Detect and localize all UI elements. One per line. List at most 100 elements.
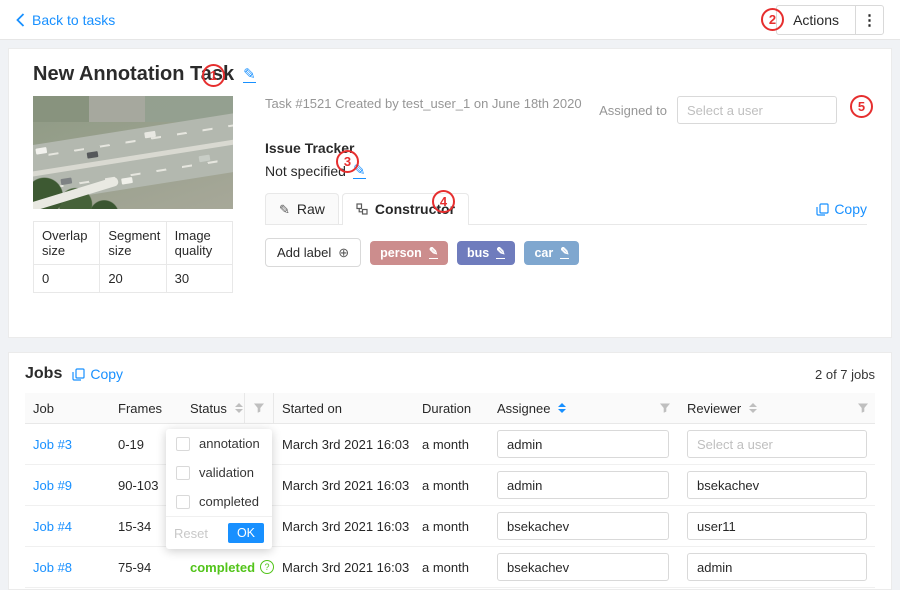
status-cell: completed ? (182, 560, 274, 575)
actions-button[interactable]: Actions ⋮ (776, 5, 884, 35)
edit-task-name-icon[interactable]: ✎ (243, 67, 256, 83)
job-link[interactable]: Job #9 (25, 478, 110, 493)
col-status[interactable]: Status (182, 393, 244, 423)
table-row: Job #9 90-103 March 3rd 2021 16:03 a mon… (25, 465, 875, 506)
param-value-segment: 20 (100, 265, 166, 293)
annotation-marker-3: 3 (336, 150, 359, 173)
reviewer-input[interactable] (687, 553, 867, 581)
assignee-input[interactable] (497, 512, 669, 540)
back-to-tasks-link[interactable]: Back to tasks (16, 12, 115, 28)
assigned-to-label: Assigned to (599, 103, 667, 118)
task-preview-image (33, 96, 233, 209)
tab-raw[interactable]: ✎ Raw (265, 193, 339, 224)
duration-cell: a month (414, 478, 489, 493)
assignee-input[interactable] (497, 430, 669, 458)
param-header-quality: Image quality (166, 222, 232, 265)
annotation-marker-5: 5 (850, 95, 873, 118)
status-filter-icon[interactable] (244, 393, 274, 423)
filter-ok-button[interactable]: OK (228, 523, 264, 543)
assignee-filter-icon[interactable] (659, 402, 671, 414)
duration-cell: a month (414, 437, 489, 452)
copy-labels-label: Copy (834, 201, 867, 217)
reviewer-input[interactable] (687, 512, 867, 540)
checkbox-icon[interactable] (176, 437, 190, 451)
task-parameters-table: Overlap size Segment size Image quality … (33, 221, 233, 293)
issue-tracker-value: Not specified (265, 163, 346, 179)
question-circle-icon[interactable]: ? (260, 560, 274, 574)
col-frames: Frames (110, 401, 182, 416)
add-label-text: Add label (277, 245, 331, 260)
chevron-left-icon (16, 13, 25, 27)
edit-label-person-icon[interactable]: ✎ (429, 247, 438, 259)
tab-raw-label: Raw (297, 201, 325, 217)
assignee-input[interactable] (497, 471, 669, 499)
started-cell: March 3rd 2021 16:03 (274, 560, 414, 575)
annotation-marker-2: 2 (761, 8, 784, 31)
col-assignee[interactable]: Assignee (489, 393, 679, 423)
status-sorter-icon[interactable] (235, 403, 243, 413)
assignee-input[interactable] (497, 553, 669, 581)
job-link[interactable]: Job #8 (25, 560, 110, 575)
reviewer-filter-icon[interactable] (857, 402, 869, 414)
jobs-count: 2 of 7 jobs (815, 367, 875, 382)
copy-jobs-link[interactable]: Copy (72, 366, 123, 382)
jobs-table-header: Job Frames Status Started on Duration As… (25, 393, 875, 424)
reviewer-sorter-icon[interactable] (749, 403, 757, 413)
table-row: Job #3 0-19 March 3rd 2021 16:03 a month (25, 424, 875, 465)
reviewer-input[interactable] (687, 471, 867, 499)
add-label-button[interactable]: Add label ⊕ (265, 238, 361, 267)
copy-icon (72, 368, 85, 381)
jobs-title: Jobs (25, 365, 62, 383)
copy-icon (816, 203, 829, 216)
actions-label: Actions (777, 6, 855, 34)
label-chip-person[interactable]: person ✎ (370, 241, 448, 265)
job-link[interactable]: Job #4 (25, 519, 110, 534)
label-chip-person-text: person (380, 246, 422, 260)
label-chip-bus[interactable]: bus ✎ (457, 241, 515, 265)
col-job: Job (25, 401, 110, 416)
started-cell: March 3rd 2021 16:03 (274, 478, 414, 493)
annotation-marker-4: 4 (432, 190, 455, 213)
table-row: Job #4 15-34 March 3rd 2021 16:03 a mont… (25, 506, 875, 547)
duration-cell: a month (414, 519, 489, 534)
more-menu-icon[interactable]: ⋮ (855, 6, 883, 34)
job-link[interactable]: Job #3 (25, 437, 110, 452)
param-value-quality: 30 (166, 265, 232, 293)
annotation-marker-1: 1 (202, 64, 225, 87)
task-meta-text: Task #1521 Created by test_user_1 on Jun… (265, 96, 582, 111)
frames-cell: 75-94 (110, 560, 182, 575)
col-duration: Duration (414, 401, 489, 416)
filter-option-annotation[interactable]: annotation (166, 429, 272, 458)
param-header-overlap: Overlap size (34, 222, 100, 265)
filter-option-validation[interactable]: validation (166, 458, 272, 487)
param-value-overlap: 0 (34, 265, 100, 293)
checkbox-icon[interactable] (176, 495, 190, 509)
assignee-sorter-icon[interactable] (558, 403, 566, 413)
checkbox-icon[interactable] (176, 466, 190, 480)
label-chip-car[interactable]: car ✎ (524, 241, 579, 265)
label-chip-car-text: car (534, 246, 553, 260)
back-label: Back to tasks (32, 12, 115, 28)
copy-labels-link[interactable]: Copy (816, 201, 867, 224)
edit-label-car-icon[interactable]: ✎ (560, 247, 569, 259)
started-cell: March 3rd 2021 16:03 (274, 437, 414, 452)
plus-circle-icon: ⊕ (338, 246, 349, 259)
started-cell: March 3rd 2021 16:03 (274, 519, 414, 534)
filter-reset-button[interactable]: Reset (174, 526, 208, 541)
label-chip-bus-text: bus (467, 246, 489, 260)
table-row: Job #8 75-94 completed ? March 3rd 2021 … (25, 547, 875, 588)
edit-icon: ✎ (279, 203, 290, 216)
assigned-to-input[interactable] (677, 96, 837, 124)
jobs-table: Job Frames Status Started on Duration As… (25, 393, 875, 588)
reviewer-input[interactable] (687, 430, 867, 458)
edit-label-bus-icon[interactable]: ✎ (496, 247, 505, 259)
param-header-segment: Segment size (100, 222, 166, 265)
jobs-card: Jobs Copy 2 of 7 jobs Job Frames Status … (8, 352, 892, 590)
labels-tabs-bar: ✎ Raw Constructor (265, 193, 867, 225)
filter-option-completed[interactable]: completed (166, 487, 272, 516)
col-reviewer[interactable]: Reviewer (679, 393, 877, 423)
copy-jobs-label: Copy (90, 366, 123, 382)
col-started-on: Started on (274, 401, 414, 416)
duration-cell: a month (414, 560, 489, 575)
status-filter-dropdown: annotation validation completed Reset OK (166, 429, 272, 549)
